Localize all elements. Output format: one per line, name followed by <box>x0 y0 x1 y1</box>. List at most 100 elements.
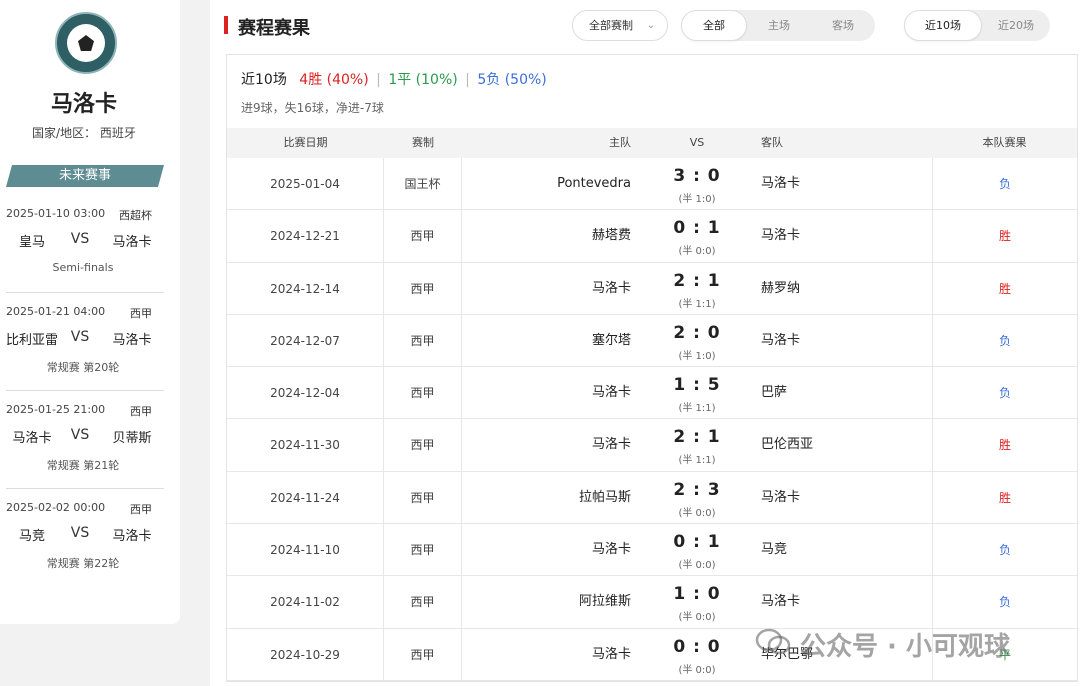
cell-away-team: 马洛卡 <box>761 332 801 348</box>
dropdown-label: 全部赛制 <box>589 19 633 32</box>
cell-result: 胜 <box>932 419 1077 471</box>
results-box: 近10场 4胜 (40%) | 1平 (10%) | 5负 (50%) 进9球，… <box>226 54 1078 682</box>
cell-home-team: Pontevedra <box>557 176 631 191</box>
table-row[interactable]: 2024-12-21 西甲 赫塔费 0 : 1 (半 0:0) 马洛卡 胜 <box>227 210 1077 263</box>
cell-home-team: 拉帕马斯 <box>578 489 631 505</box>
table-row[interactable]: 2025-01-04 国王杯 Pontevedra 3 : 0 (半 1:0) 马洛卡 负 <box>227 158 1077 211</box>
competition-filter-dropdown[interactable]: 全部赛制 ⌄ <box>572 10 668 41</box>
cell-home-team: 马洛卡 <box>591 385 631 401</box>
header-vs: VS <box>689 136 705 149</box>
cell-score: 2 : 1 <box>673 427 721 448</box>
table-row[interactable]: 2024-11-30 西甲 马洛卡 2 : 1 (半 1:1) 巴伦西亚 胜 <box>227 419 1077 472</box>
tab-last-20[interactable]: 近20场 <box>982 10 1050 41</box>
cell-halftime: (半 0:0) <box>678 664 716 676</box>
cell-score: 0 : 1 <box>673 532 721 553</box>
match-stage: Semi-finals <box>52 261 114 274</box>
record-summary: 近10场 4胜 (40%) | 1平 (10%) | 5负 (50%) <box>241 69 547 89</box>
team-sidebar: 马洛卡 国家/地区： 西班牙 未来赛事 2025-01-10 03:00 西超杯皇… <box>0 0 180 624</box>
match-competition: 西甲 <box>130 405 152 418</box>
table-row[interactable]: 2024-12-04 西甲 马洛卡 1 : 5 (半 1:1) 巴萨 负 <box>227 367 1077 420</box>
team-name: 马洛卡 <box>50 92 117 117</box>
match-away-team: 贝蒂斯 <box>112 431 152 446</box>
cell-competition: 西甲 <box>384 210 462 262</box>
tab-all[interactable]: 全部 <box>681 10 747 41</box>
header-date: 比赛日期 <box>283 136 328 149</box>
cell-score: 0 : 1 <box>673 218 721 239</box>
cell-date: 2024-11-30 <box>227 419 384 471</box>
match-away-team: 马洛卡 <box>112 235 152 250</box>
cell-halftime: (半 1:0) <box>678 194 716 205</box>
tab-away[interactable]: 客场 <box>811 10 875 41</box>
summary-label: 近10场 <box>241 72 287 88</box>
range-tabs: 近10场 近20场 <box>904 10 1050 41</box>
match-away-team: 马洛卡 <box>112 333 152 348</box>
table-row[interactable]: 2024-12-07 西甲 塞尔塔 2 : 0 (半 1:0) 马洛卡 负 <box>227 314 1077 368</box>
cell-date: 2024-12-21 <box>227 210 384 262</box>
cell-away-team: 马竞 <box>761 542 788 558</box>
cell-halftime: (半 0:0) <box>678 612 716 624</box>
cell-score: 1 : 0 <box>673 584 721 605</box>
cell-result: 负 <box>932 367 1077 419</box>
team-logo <box>55 12 117 74</box>
cell-halftime: (半 1:1) <box>678 455 716 467</box>
cell-home-team: 阿拉维斯 <box>578 594 631 610</box>
match-stage: 常规赛 第21轮 <box>46 459 120 472</box>
tab-home[interactable]: 主场 <box>747 10 811 41</box>
soccer-ball-icon <box>67 24 105 62</box>
match-vs: VS <box>70 231 90 247</box>
table-row[interactable]: 2024-11-24 西甲 拉帕马斯 2 : 3 (半 0:0) 马洛卡 胜 <box>227 471 1077 525</box>
venue-tabs: 全部 主场 客场 <box>681 10 875 41</box>
cell-score: 2 : 3 <box>673 479 721 500</box>
cell-competition: 西甲 <box>384 628 462 680</box>
cell-away-team: 巴萨 <box>761 385 788 401</box>
match-datetime: 2025-01-21 04:00 <box>6 305 106 318</box>
cell-competition: 西甲 <box>384 576 462 628</box>
match-divider <box>6 390 164 391</box>
main-panel: 赛程赛果 全部赛制 ⌄ 全部 主场 客场 近10场 近20场 近10场 4胜 (… <box>210 0 1080 686</box>
table-row[interactable]: 2024-11-02 西甲 阿拉维斯 1 : 0 (半 0:0) 马洛卡 负 <box>227 576 1077 629</box>
match-competition: 西超杯 <box>119 209 152 222</box>
match-datetime: 2025-02-02 00:00 <box>6 501 106 514</box>
summary-separator: | <box>376 72 381 88</box>
upcoming-title: 未来赛事 <box>6 165 164 187</box>
cell-halftime: (半 1:1) <box>678 403 716 415</box>
match-vs: VS <box>70 525 90 541</box>
cell-competition: 西甲 <box>384 419 462 471</box>
cell-competition: 国王杯 <box>384 158 462 210</box>
wechat-icon <box>755 628 791 655</box>
header-result: 本队赛果 <box>982 136 1027 149</box>
cell-away-team: 巴伦西亚 <box>761 437 814 453</box>
cell-halftime: (半 0:0) <box>678 507 716 519</box>
cell-competition: 西甲 <box>384 471 462 524</box>
match-home-team: 马竞 <box>18 529 45 544</box>
cell-score: 1 : 5 <box>673 375 721 396</box>
table-row[interactable]: 2024-11-10 西甲 马洛卡 0 : 1 (半 0:0) 马竞 负 <box>227 524 1077 577</box>
cell-date: 2024-12-14 <box>227 262 384 314</box>
cell-date: 2024-10-29 <box>227 628 384 680</box>
cell-date: 2024-12-07 <box>227 314 384 367</box>
tab-last-10[interactable]: 近10场 <box>904 10 982 41</box>
header-competition: 赛制 <box>412 136 434 149</box>
summary-wins: 4胜 (40%) <box>299 72 369 88</box>
summary-separator: | <box>465 72 470 88</box>
match-competition: 西甲 <box>130 503 152 516</box>
cell-home-team: 塞尔塔 <box>591 332 631 348</box>
cell-score: 0 : 0 <box>673 636 721 657</box>
cell-result: 负 <box>932 524 1077 576</box>
cell-halftime: (半 0:0) <box>678 560 716 572</box>
match-home-team: 皇马 <box>18 235 45 250</box>
cell-halftime: (半 1:0) <box>678 350 716 362</box>
match-divider <box>6 292 164 293</box>
match-vs: VS <box>70 329 90 345</box>
goals-summary: 进9球，失16球，净进-7球 <box>241 101 384 115</box>
match-home-team: 马洛卡 <box>12 431 52 446</box>
title-accent <box>224 16 228 34</box>
match-stage: 常规赛 第22轮 <box>46 557 120 570</box>
cell-halftime: (半 0:0) <box>678 246 716 258</box>
summary-losses: 5负 (50%) <box>477 72 547 88</box>
cell-halftime: (半 1:1) <box>678 298 716 310</box>
table-row[interactable]: 2024-12-14 西甲 马洛卡 2 : 1 (半 1:1) 赫罗纳 胜 <box>227 262 1077 315</box>
page-title: 赛程赛果 <box>238 18 310 39</box>
match-competition: 西甲 <box>130 307 152 320</box>
cell-result: 负 <box>932 576 1077 628</box>
